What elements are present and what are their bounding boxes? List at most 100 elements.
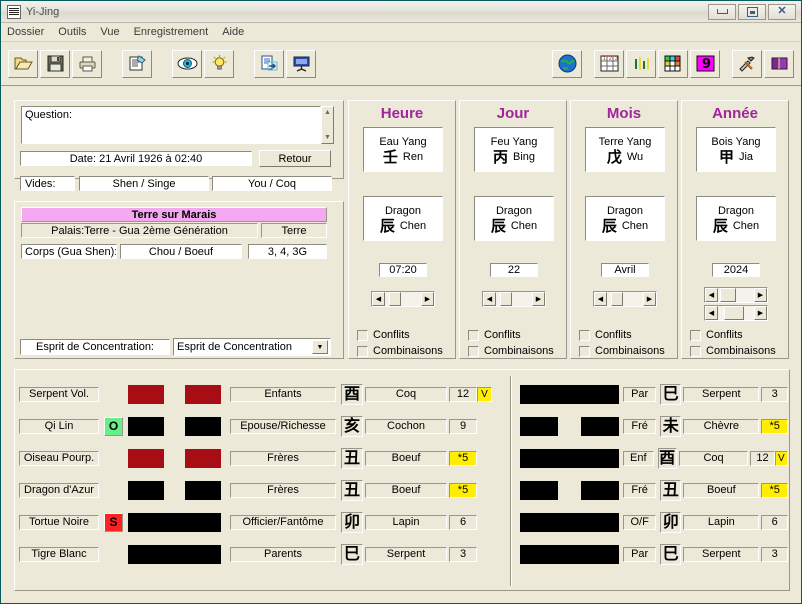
export-icon[interactable] — [254, 49, 284, 78]
yao-line-solid[interactable] — [520, 384, 619, 404]
scroll-right-icon[interactable]: ▶ — [643, 292, 656, 306]
scroll-left-icon[interactable]: ◀ — [594, 292, 607, 306]
scroll-thumb[interactable] — [720, 288, 736, 302]
scroll-track[interactable] — [496, 292, 532, 306]
pillar-scrollbar[interactable]: ◀ ▶ — [704, 305, 768, 321]
yao-line-broken[interactable] — [127, 480, 221, 500]
yao-line-broken[interactable] — [127, 448, 221, 468]
spirit-badge[interactable]: S — [104, 512, 123, 532]
earthly-branch-box[interactable]: Dragon 辰 Chen — [474, 196, 554, 241]
nine-star-icon[interactable]: 9 — [690, 49, 720, 78]
checkbox-combinaisons[interactable]: Combinaisons — [579, 345, 665, 357]
checkbox-box[interactable] — [357, 345, 368, 357]
maximize-button[interactable] — [738, 3, 766, 20]
pillar-value[interactable]: 07:20 — [379, 263, 427, 277]
scroll-track[interactable] — [385, 292, 421, 306]
heavenly-stem-box[interactable]: Feu Yang 丙 Bing — [474, 127, 554, 172]
scroll-right-icon[interactable]: ▶ — [754, 306, 767, 320]
pillar-value[interactable]: 2024 — [712, 263, 760, 277]
pillar-scrollbar[interactable]: ◀ ▶ — [593, 291, 657, 307]
scroll-thumb[interactable] — [724, 306, 744, 320]
tools-icon[interactable] — [732, 49, 762, 78]
esprit-select[interactable]: Esprit de Concentration ▼ — [173, 338, 331, 356]
checkbox-conflits[interactable]: Conflits — [357, 329, 410, 341]
heavenly-stem-box[interactable]: Bois Yang 甲 Jia — [696, 127, 776, 172]
yao-line-solid[interactable] — [520, 448, 619, 468]
menu-item-dossier[interactable]: Dossier — [7, 26, 44, 38]
menu-item-outils[interactable]: Outils — [58, 26, 86, 38]
scroll-right-icon[interactable]: ▶ — [754, 288, 767, 302]
save-icon[interactable] — [40, 49, 70, 78]
presentation-icon[interactable] — [286, 49, 316, 78]
scroll-up-icon[interactable]: ▲ — [322, 107, 333, 118]
book-icon[interactable] — [764, 49, 794, 78]
scroll-left-icon[interactable]: ◀ — [705, 306, 718, 320]
lightbulb-icon[interactable] — [204, 49, 234, 78]
checkbox-box[interactable] — [690, 329, 701, 341]
pillar-scrollbar[interactable]: ◀ ▶ — [482, 291, 546, 307]
scroll-thumb[interactable] — [500, 292, 512, 306]
yao-line-broken[interactable] — [127, 416, 221, 436]
checkbox-box[interactable] — [579, 329, 590, 341]
menu-item-aide[interactable]: Aide — [222, 26, 244, 38]
checkbox-box[interactable] — [579, 345, 590, 357]
pillar-scrollbar[interactable]: ◀ ▶ — [704, 287, 768, 303]
scroll-down-icon[interactable]: ▼ — [322, 132, 333, 143]
close-button[interactable]: ✕ — [768, 3, 796, 20]
earthly-branch-box[interactable]: Dragon 辰 Chen — [696, 196, 776, 241]
scroll-thumb[interactable] — [611, 292, 623, 306]
yao-line-broken[interactable] — [520, 416, 619, 436]
pillar-value[interactable]: 22 — [490, 263, 538, 277]
yao-line-broken[interactable] — [127, 384, 221, 404]
heavenly-stem-box-roman: Ren — [402, 150, 424, 163]
scroll-track[interactable] — [718, 288, 754, 302]
chevron-down-icon[interactable]: ▼ — [312, 340, 328, 354]
yao-line-solid[interactable] — [127, 512, 221, 532]
numbers-table-icon[interactable]: 123 — [594, 49, 624, 78]
checkbox-box[interactable] — [468, 329, 479, 341]
checkbox-box[interactable] — [468, 345, 479, 357]
checkbox-box[interactable] — [690, 345, 701, 357]
menu-item-vue[interactable]: Vue — [100, 26, 119, 38]
checkbox-combinaisons[interactable]: Combinaisons — [357, 345, 443, 357]
yao-line-solid[interactable] — [127, 544, 221, 564]
bar-chart-icon[interactable] — [626, 49, 656, 78]
yao-line-solid[interactable] — [520, 512, 619, 532]
checkbox-conflits[interactable]: Conflits — [690, 329, 743, 341]
pillar-value[interactable]: Avril — [601, 263, 649, 277]
scroll-track[interactable] — [718, 306, 754, 320]
retour-button[interactable]: Retour — [259, 150, 331, 167]
heavenly-stem-box[interactable]: Terre Yang 戊 Wu — [585, 127, 665, 172]
pillar-scrollbar[interactable]: ◀ ▶ — [371, 291, 435, 307]
spirit-badge[interactable]: O — [104, 416, 123, 436]
new-record-icon[interactable] — [122, 49, 152, 78]
yao-line-broken[interactable] — [520, 480, 619, 500]
yao-line-solid[interactable] — [520, 544, 619, 564]
checkbox-combinaisons[interactable]: Combinaisons — [468, 345, 554, 357]
checkbox-combinaisons[interactable]: Combinaisons — [690, 345, 776, 357]
heavenly-stem-box[interactable]: Eau Yang 壬 Ren — [363, 127, 443, 172]
open-icon[interactable] — [8, 49, 38, 78]
scroll-left-icon[interactable]: ◀ — [372, 292, 385, 306]
question-input[interactable]: Question: — [21, 106, 321, 144]
checkbox-box[interactable] — [357, 329, 368, 341]
scroll-right-icon[interactable]: ▶ — [421, 292, 434, 306]
print-icon[interactable] — [72, 49, 102, 78]
checkbox-conflits[interactable]: Conflits — [468, 329, 521, 341]
earthly-branch-box[interactable]: Dragon 辰 Chen — [363, 196, 443, 241]
globe-icon[interactable] — [552, 49, 582, 78]
scroll-right-icon[interactable]: ▶ — [532, 292, 545, 306]
scroll-thumb[interactable] — [389, 292, 401, 306]
scroll-left-icon[interactable]: ◀ — [483, 292, 496, 306]
yao-segment — [184, 448, 221, 468]
earthly-branch-box[interactable]: Dragon 辰 Chen — [585, 196, 665, 241]
color-grid-icon[interactable] — [658, 49, 688, 78]
scroll-track[interactable] — [607, 292, 643, 306]
minimize-button[interactable] — [708, 3, 736, 20]
scroll-left-icon[interactable]: ◀ — [705, 288, 718, 302]
menu-item-enregistrement[interactable]: Enregistrement — [134, 26, 209, 38]
checkbox-conflits[interactable]: Conflits — [579, 329, 632, 341]
question-scrollbar[interactable]: ▲ ▼ — [321, 106, 334, 144]
eye-icon[interactable] — [172, 49, 202, 78]
date-field[interactable]: Date: 21 Avril 1926 à 02:40 — [20, 151, 252, 166]
